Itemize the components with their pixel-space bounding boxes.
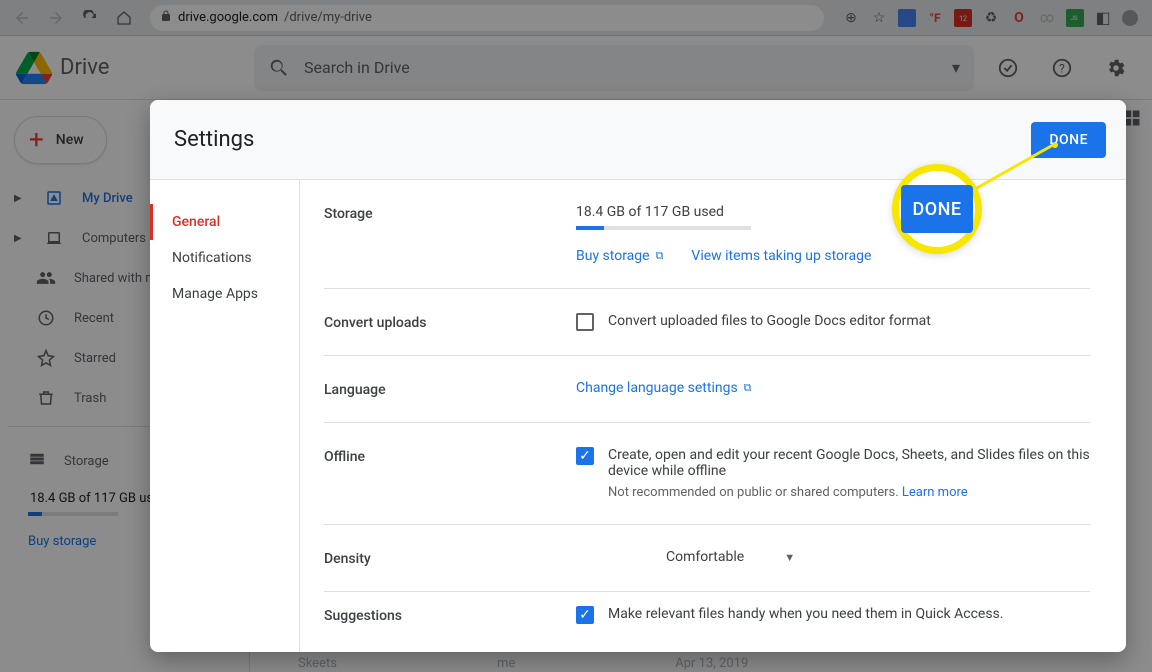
storage-progress-bar [576,226,751,230]
clock-icon [36,309,56,327]
ext-icon-cal[interactable]: 12 [954,9,972,27]
ext-icon-o[interactable]: O [1010,9,1028,27]
chevron-right-icon: ▶ [14,233,26,244]
suggestions-text: Make relevant files handy when you need … [608,606,1003,622]
settings-row-suggestions: Suggestions ✓ Make relevant files handy … [324,592,1090,638]
ext-icon-toggle[interactable]: ◧ [1094,9,1112,27]
buy-storage-link[interactable]: Buy storage ⧉ [576,248,663,264]
address-bar[interactable]: drive.google.com/drive/my-drive [150,5,824,31]
chevron-down-icon: ▼ [784,551,795,564]
trash-icon [36,389,56,407]
app-header: Drive Search in Drive ▾ ? [0,36,1152,100]
offline-text: Create, open and edit your recent Google… [608,447,1090,479]
dialog-nav: General Notifications Manage Apps [150,180,300,652]
ext-icon-1[interactable] [898,9,916,27]
storage-usage-text: 18.4 GB of 117 GB used [576,204,1090,220]
drive-folder-icon [44,189,64,207]
row-label: Storage [324,204,576,264]
external-link-icon: ⧉ [744,381,752,395]
settings-row-density: Density Comfortable ▼ [324,525,1090,592]
avatar-icon[interactable] [1122,10,1138,26]
sidebar-item-label: Computers [82,231,146,246]
suggestions-checkbox[interactable]: ✓ [576,606,594,624]
sidebar-storage-bar [28,512,118,516]
search-icon [268,57,290,79]
ready-offline-icon[interactable] [988,48,1028,88]
dialog-header: Settings DONE [150,100,1126,180]
learn-more-link[interactable]: Learn more [902,485,968,500]
reload-button[interactable] [76,4,104,32]
callout-label: DONE [901,185,973,233]
ext-icon-js[interactable]: JS [1066,9,1084,27]
settings-tab-notifications[interactable]: Notifications [150,240,299,276]
sidebar-item-label: My Drive [82,191,133,206]
dialog-content: Storage 18.4 GB of 117 GB used Buy stora… [300,180,1126,652]
settings-row-offline: Offline ✓ Create, open and edit your rec… [324,423,1090,525]
settings-dialog: Settings DONE General Notifications Mana… [150,100,1126,652]
app-name: Drive [60,55,109,80]
offline-checkbox[interactable]: ✓ [576,447,594,465]
new-button-label: New [56,132,84,148]
row-label: Offline [324,447,576,500]
browser-toolbar: drive.google.com/drive/my-drive ⊕ ☆ °F 1… [0,0,1152,36]
ext-icon-f[interactable]: °F [926,9,944,27]
sidebar-item-label: Trash [74,391,106,406]
view-storage-link[interactable]: View items taking up storage [691,248,871,264]
sidebar-storage-label: Storage [64,454,109,469]
plus-icon: + [29,125,44,155]
back-button[interactable] [8,4,36,32]
change-language-link[interactable]: Change language settings ⧉ [576,380,752,396]
search-placeholder: Search in Drive [304,58,410,77]
callout-highlight: DONE [892,164,982,254]
new-button[interactable]: + New [14,116,107,164]
external-link-icon: ⧉ [656,249,664,263]
row-label: Language [324,380,576,398]
search-input[interactable]: Search in Drive ▾ [254,45,974,91]
settings-row-language: Language Change language settings ⧉ [324,356,1090,423]
home-button[interactable] [110,4,138,32]
settings-icon[interactable] [1096,48,1136,88]
drive-icon [16,50,52,86]
done-button[interactable]: DONE [1031,122,1106,158]
dialog-title: Settings [174,127,254,152]
convert-text: Convert uploaded files to Google Docs ed… [608,313,931,329]
app-logo[interactable]: Drive [16,50,246,86]
lock-icon [160,10,172,26]
url-path: /drive/my-drive [284,10,372,25]
star-icon[interactable]: ☆ [870,9,888,27]
extension-icons: ⊕ ☆ °F 12 ♻ O ∞ JS ◧ [836,9,1144,27]
url-host: drive.google.com [178,10,278,25]
offline-hint: Not recommended on public or shared comp… [608,485,899,500]
forward-button[interactable] [42,4,70,32]
settings-row-convert: Convert uploads Convert uploaded files t… [324,289,1090,356]
row-label: Convert uploads [324,313,576,331]
row-label: Density [324,549,576,567]
settings-tab-general[interactable]: General [150,204,299,240]
density-select[interactable]: Comfortable ▼ [666,549,795,565]
storage-icon [28,450,46,472]
add-to-icon[interactable]: ⊕ [842,9,860,27]
sidebar-item-label: Recent [74,311,114,326]
density-value: Comfortable [666,549,744,565]
ext-icon-glasses[interactable]: ∞ [1038,9,1056,27]
star-icon [36,349,56,367]
help-icon[interactable]: ? [1042,48,1082,88]
convert-checkbox[interactable] [576,313,594,331]
ext-icon-recycle[interactable]: ♻ [982,9,1000,27]
row-label: Suggestions [324,606,576,624]
chevron-right-icon: ▶ [14,193,26,204]
background-row: Skeets me Apr 13, 2019 [298,656,748,671]
settings-tab-manage-apps[interactable]: Manage Apps [150,276,299,312]
sidebar-item-label: Starred [74,351,116,366]
search-options-icon[interactable]: ▾ [952,58,960,77]
people-icon [36,268,56,288]
laptop-icon [44,229,64,247]
svg-text:?: ? [1059,61,1065,75]
